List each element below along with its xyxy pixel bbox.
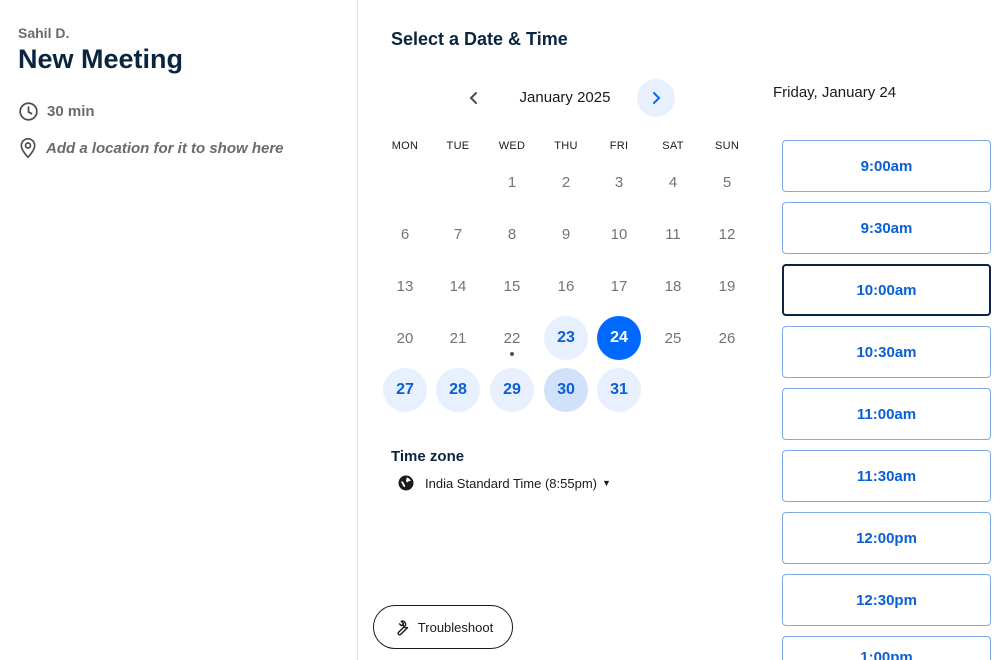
calendar-day: 6 bbox=[400, 225, 410, 243]
weekday-thu: THU bbox=[554, 140, 578, 152]
calendar-day: 21 bbox=[449, 329, 467, 347]
weekday-sat: SAT bbox=[662, 140, 684, 152]
wrench-icon bbox=[397, 619, 409, 635]
calendar-day-available[interactable]: 29 bbox=[490, 368, 534, 412]
troubleshoot-button[interactable]: Troubleshoot bbox=[373, 605, 513, 649]
event-title: New Meeting bbox=[18, 44, 184, 74]
calendar-day: 14 bbox=[449, 277, 467, 295]
calendar-day: 3 bbox=[614, 173, 624, 191]
calendar-day: 12 bbox=[718, 225, 736, 243]
selected-date-label: Friday, January 24 bbox=[773, 84, 897, 101]
host-name: Sahil D. bbox=[18, 25, 70, 41]
calendar-day-today: 22 bbox=[490, 316, 534, 360]
time-slot-button[interactable]: 1:00pm bbox=[782, 636, 991, 660]
duration-row: 30 min bbox=[18, 101, 95, 122]
troubleshoot-label: Troubleshoot bbox=[417, 619, 494, 635]
time-slot-button[interactable]: 10:30am bbox=[782, 326, 991, 378]
time-slot-button[interactable]: 10:00am bbox=[782, 264, 991, 316]
chevron-right-icon bbox=[653, 92, 661, 104]
calendar-day: 19 bbox=[718, 277, 736, 295]
calendar-day: 25 bbox=[664, 329, 682, 347]
location-placeholder: Add a location for it to show here bbox=[46, 139, 284, 157]
time-slot-button[interactable]: 9:00am bbox=[782, 140, 991, 192]
calendar-day: 2 bbox=[561, 173, 571, 191]
weekday-wed: WED bbox=[498, 140, 526, 152]
weekday-mon: MON bbox=[391, 140, 419, 152]
duration-label: 30 min bbox=[47, 103, 95, 120]
calendar-day: 26 bbox=[718, 329, 736, 347]
calendar-day: 8 bbox=[507, 225, 517, 243]
location-pin-icon bbox=[20, 138, 36, 159]
calendar-day: 7 bbox=[453, 225, 463, 243]
location-row: Add a location for it to show here bbox=[18, 137, 284, 159]
globe-icon bbox=[398, 475, 414, 491]
time-slot-button[interactable]: 11:00am bbox=[782, 388, 991, 440]
time-slot-button[interactable]: 12:00pm bbox=[782, 512, 991, 564]
calendar-day: 11 bbox=[665, 225, 681, 243]
calendar-day: 20 bbox=[396, 329, 414, 347]
calendar-day: 13 bbox=[396, 277, 414, 295]
timezone-selector[interactable]: India Standard Time (8:55pm) ▼ bbox=[398, 475, 611, 491]
calendar-day: 16 bbox=[557, 277, 575, 295]
chevron-left-icon bbox=[469, 92, 477, 104]
event-details-panel: Sahil D. New Meeting 30 min Add a locati… bbox=[0, 0, 358, 660]
calendar-day-selected[interactable]: 24 bbox=[597, 316, 641, 360]
calendar-day-available[interactable]: 31 bbox=[597, 368, 641, 412]
date-time-heading: Select a Date & Time bbox=[391, 29, 568, 49]
calendar-day: 15 bbox=[503, 277, 521, 295]
calendar-day-available[interactable]: 28 bbox=[436, 368, 480, 412]
today-indicator bbox=[510, 352, 514, 356]
timezone-value: India Standard Time (8:55pm) bbox=[425, 475, 597, 491]
calendar-day-available[interactable]: 23 bbox=[544, 316, 588, 360]
caret-down-icon: ▼ bbox=[601, 478, 611, 488]
weekday-fri: FRI bbox=[609, 140, 629, 152]
previous-month-button[interactable] bbox=[455, 79, 493, 117]
timezone-heading: Time zone bbox=[391, 448, 465, 465]
calendar-day: 18 bbox=[664, 277, 682, 295]
calendar-day: 9 bbox=[561, 225, 571, 243]
calendar-day: 4 bbox=[668, 173, 678, 191]
month-label: January 2025 bbox=[519, 89, 611, 106]
time-slot-button[interactable]: 11:30am bbox=[782, 450, 991, 502]
day-number: 22 bbox=[503, 329, 521, 347]
time-slot-button[interactable]: 9:30am bbox=[782, 202, 991, 254]
calendar-day-available[interactable]: 30 bbox=[544, 368, 588, 412]
calendar-day: 10 bbox=[610, 225, 628, 243]
calendar-day: 1 bbox=[507, 173, 517, 191]
month-navigation: January 2025 bbox=[455, 79, 677, 119]
clock-icon bbox=[19, 102, 38, 121]
time-slot-button[interactable]: 12:30pm bbox=[782, 574, 991, 626]
calendar-day: 5 bbox=[722, 173, 732, 191]
next-month-button[interactable] bbox=[637, 79, 675, 117]
weekday-sun: SUN bbox=[714, 140, 740, 152]
calendar-day-available[interactable]: 27 bbox=[383, 368, 427, 412]
weekday-tue: TUE bbox=[446, 140, 470, 152]
calendar-day: 17 bbox=[610, 277, 628, 295]
